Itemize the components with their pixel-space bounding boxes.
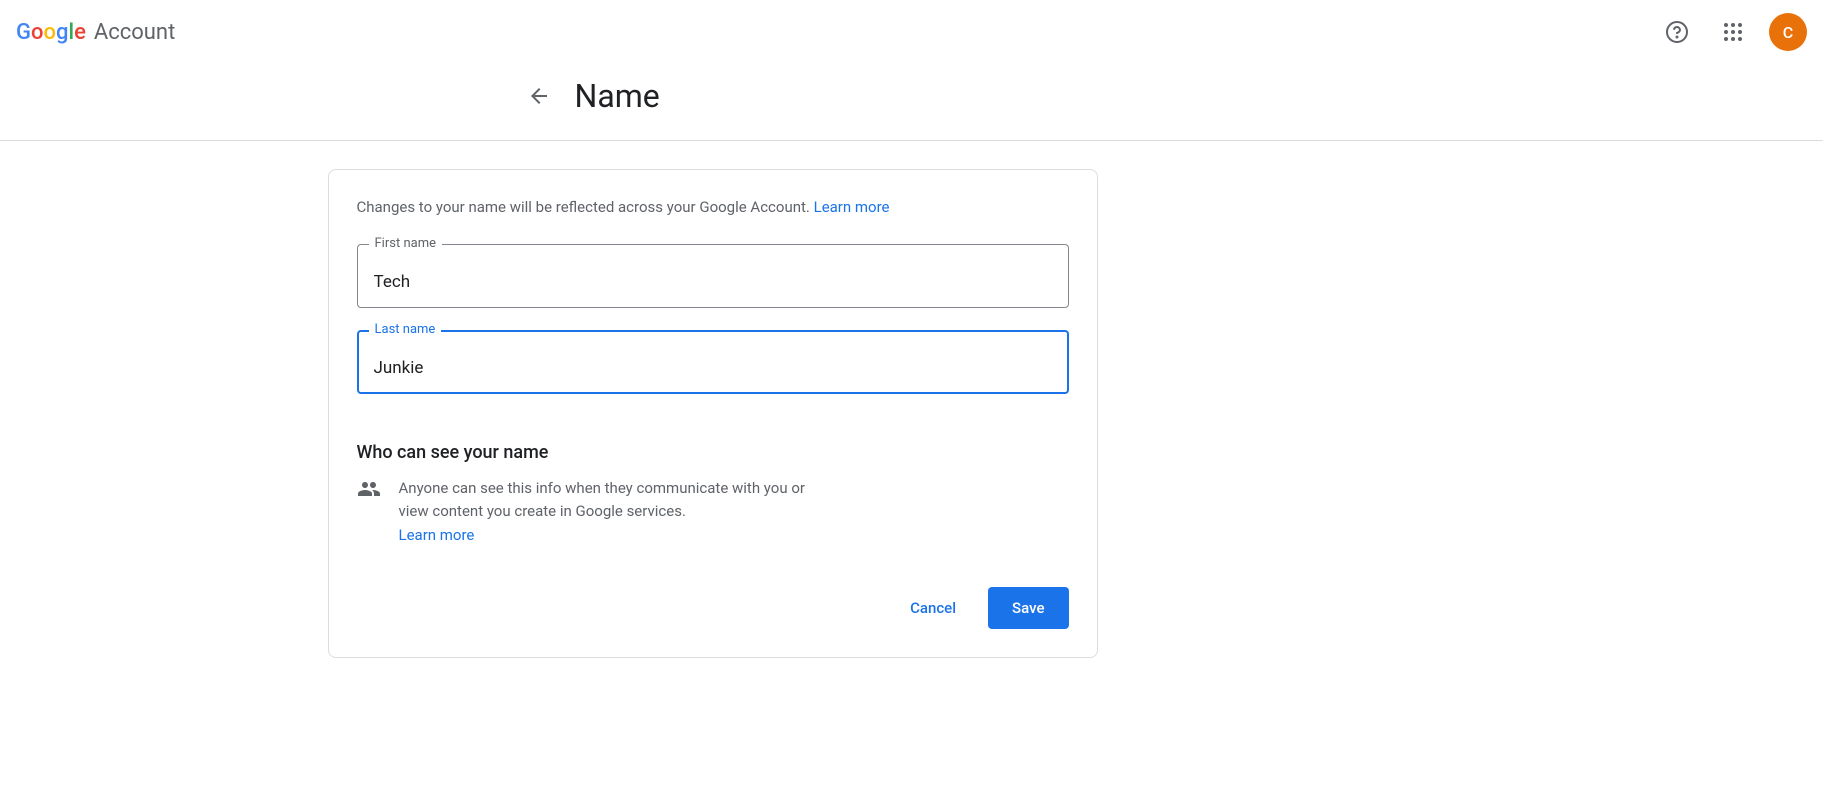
visibility-heading: Who can see your name	[357, 442, 1069, 463]
visibility-section: Who can see your name Anyone can see thi…	[357, 442, 1069, 547]
apps-grid-icon[interactable]	[1713, 12, 1753, 52]
google-logo: Google	[16, 20, 86, 45]
help-icon[interactable]	[1657, 12, 1697, 52]
first-name-input[interactable]	[357, 244, 1069, 308]
last-name-input[interactable]	[357, 330, 1069, 394]
visibility-text: Anyone can see this info when they commu…	[399, 477, 819, 547]
save-button[interactable]: Save	[988, 587, 1068, 629]
visibility-learn-more-link[interactable]: Learn more	[399, 524, 819, 547]
form-actions: Cancel Save	[357, 587, 1069, 629]
header-right: C	[1657, 12, 1807, 52]
people-icon	[357, 477, 381, 501]
visibility-body: Anyone can see this info when they commu…	[399, 479, 805, 520]
avatar[interactable]: C	[1769, 13, 1807, 51]
visibility-row: Anyone can see this info when they commu…	[357, 477, 1069, 547]
last-name-label: Last name	[369, 322, 442, 337]
page-title: Name	[575, 77, 660, 115]
cancel-button[interactable]: Cancel	[886, 587, 980, 629]
intro-text-body: Changes to your name will be reflected a…	[357, 198, 814, 216]
header-left: Google Account	[16, 20, 175, 45]
product-name: Account	[94, 20, 175, 45]
intro-learn-more-link[interactable]: Learn more	[814, 198, 890, 216]
app-header: Google Account C	[0, 0, 1823, 64]
last-name-field: Last name	[357, 330, 1069, 394]
name-form-card: Changes to your name will be reflected a…	[328, 169, 1098, 658]
title-row: Name	[527, 64, 1297, 140]
back-button[interactable]	[519, 76, 559, 116]
arrow-left-icon	[527, 84, 551, 108]
first-name-label: First name	[369, 236, 442, 251]
avatar-initial: C	[1783, 23, 1793, 42]
first-name-field: First name	[357, 244, 1069, 308]
intro-text: Changes to your name will be reflected a…	[357, 198, 1069, 216]
